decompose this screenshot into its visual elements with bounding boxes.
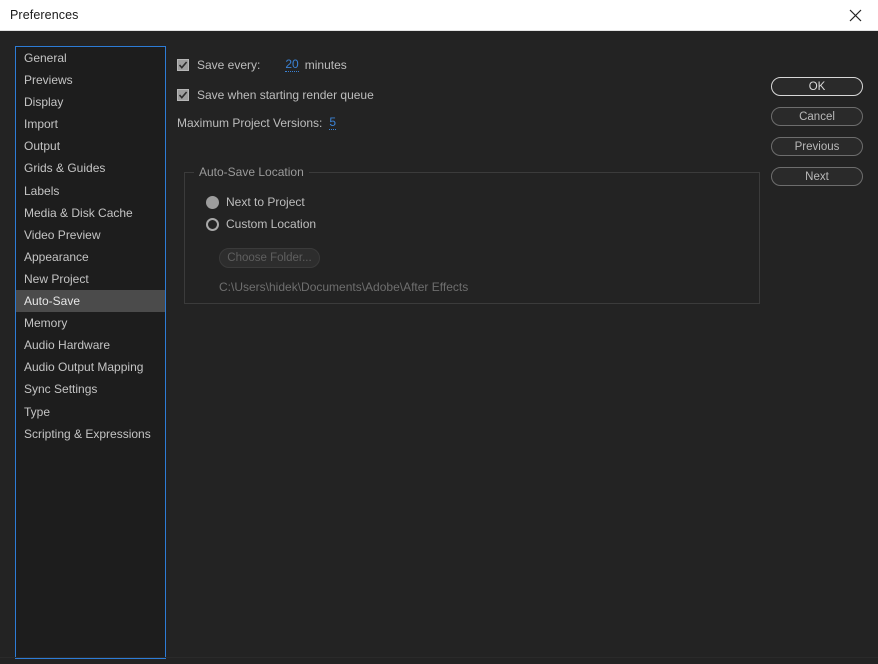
sidebar-item-audio-hardware[interactable]: Audio Hardware xyxy=(16,334,165,356)
preferences-dialog: Preferences General Previews Display Import… xyxy=(0,0,878,664)
auto-save-path: C:\Users\hidek\Documents\Adobe\After Eff… xyxy=(219,280,469,294)
save-every-row: Save every: 20 minutes xyxy=(177,58,347,72)
sidebar-item-audio-output-mapping[interactable]: Audio Output Mapping xyxy=(16,356,165,378)
sidebar-item-previews[interactable]: Previews xyxy=(16,69,165,91)
save-every-unit: minutes xyxy=(304,58,347,72)
max-project-versions-label: Maximum Project Versions: xyxy=(177,116,323,130)
auto-save-path-row: C:\Users\hidek\Documents\Adobe\After Eff… xyxy=(219,280,468,294)
save-every-value[interactable]: 20 xyxy=(285,58,299,72)
sidebar-item-general[interactable]: General xyxy=(16,47,165,69)
choose-folder-button[interactable]: Choose Folder... xyxy=(219,248,320,268)
radio-custom-location-row[interactable]: Custom Location xyxy=(206,217,316,231)
sidebar-item-import[interactable]: Import xyxy=(16,113,165,135)
auto-save-location-title: Auto-Save Location xyxy=(194,165,309,179)
sidebar-item-sync-settings[interactable]: Sync Settings xyxy=(16,378,165,400)
close-icon[interactable] xyxy=(832,0,878,30)
save-every-label: Save every: xyxy=(197,58,261,72)
radio-custom-location-label: Custom Location xyxy=(226,217,317,231)
sidebar-item-grids-guides[interactable]: Grids & Guides xyxy=(16,157,165,179)
checkmark-icon xyxy=(178,91,188,99)
max-project-versions-row: Maximum Project Versions: 5 xyxy=(177,116,337,130)
radio-next-to-project-label: Next to Project xyxy=(226,195,305,209)
sidebar-item-memory[interactable]: Memory xyxy=(16,312,165,334)
save-render-queue-checkbox[interactable] xyxy=(177,89,189,101)
cancel-button[interactable]: Cancel xyxy=(771,107,863,126)
sidebar-item-media-disk-cache[interactable]: Media & Disk Cache xyxy=(16,202,165,224)
save-every-checkbox[interactable] xyxy=(177,59,189,71)
title-bar: Preferences xyxy=(0,0,878,31)
sidebar-item-labels[interactable]: Labels xyxy=(16,180,165,202)
sidebar-item-auto-save[interactable]: Auto-Save xyxy=(16,290,165,313)
ok-button[interactable]: OK xyxy=(771,77,863,96)
checkmark-icon xyxy=(178,61,188,69)
dialog-body: General Previews Display Import Output Grids … xyxy=(0,31,878,659)
sidebar-item-output[interactable]: Output xyxy=(16,135,165,157)
max-project-versions-value[interactable]: 5 xyxy=(329,116,337,130)
save-render-queue-row: Save when starting render queue xyxy=(177,88,374,102)
close-glyph xyxy=(849,9,861,21)
radio-next-to-project-row[interactable]: Next to Project xyxy=(206,195,305,209)
previous-button[interactable]: Previous xyxy=(771,137,863,156)
window-bottom-edge xyxy=(0,657,878,658)
radio-custom-location[interactable] xyxy=(206,217,219,231)
radio-next-to-project[interactable] xyxy=(206,195,219,209)
auto-save-location-group: Auto-Save Location Next to Project Custo… xyxy=(184,165,760,304)
window-title: Preferences xyxy=(10,8,79,22)
save-render-queue-label: Save when starting render queue xyxy=(197,88,374,102)
sidebar-item-new-project[interactable]: New Project xyxy=(16,268,165,290)
sidebar-item-video-preview[interactable]: Video Preview xyxy=(16,224,165,246)
sidebar-item-type[interactable]: Type xyxy=(16,401,165,423)
choose-folder-row: Choose Folder... xyxy=(219,248,320,268)
next-button[interactable]: Next xyxy=(771,167,863,186)
dialog-buttons: OK Cancel Previous Next xyxy=(771,77,863,197)
sidebar-item-display[interactable]: Display xyxy=(16,91,165,113)
sidebar-item-scripting-expressions[interactable]: Scripting & Expressions xyxy=(16,423,165,445)
preferences-category-list[interactable]: General Previews Display Import Output Grids … xyxy=(15,46,166,659)
sidebar-item-appearance[interactable]: Appearance xyxy=(16,246,165,268)
auto-save-panel: Save every: 20 minutes Save when startin… xyxy=(177,46,760,646)
